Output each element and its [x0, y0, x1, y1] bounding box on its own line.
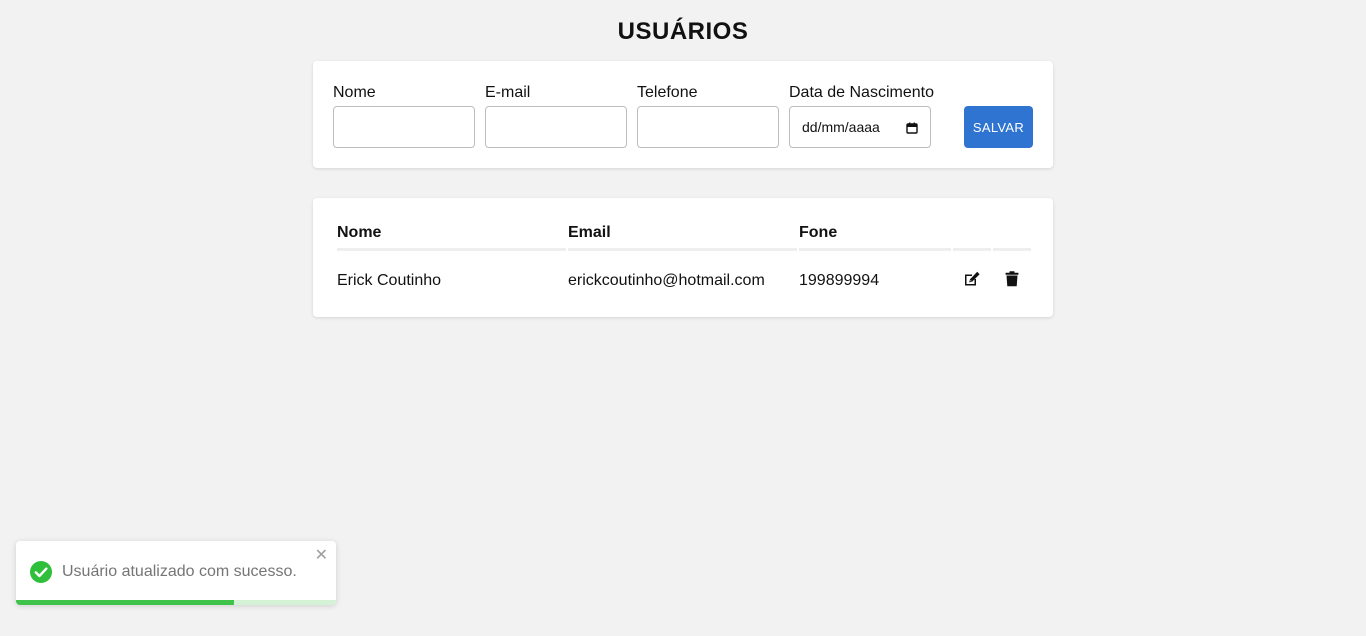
birthdate-label: Data de Nascimento	[789, 84, 934, 101]
page-title: USUÁRIOS	[617, 18, 749, 45]
name-field-group: Nome	[333, 83, 475, 148]
birthdate-field-group: Data de Nascimento dd/mm/aaaa	[789, 83, 934, 148]
users-table: Nome Email Fone Erick Coutinho erickcout…	[335, 218, 1033, 311]
header-email: Email	[568, 218, 797, 251]
trash-icon[interactable]	[1005, 270, 1019, 287]
header-edit	[953, 218, 991, 251]
table-row: Erick Coutinho erickcoutinho@hotmail.com…	[337, 251, 1031, 311]
edit-icon[interactable]	[963, 271, 981, 287]
birthdate-value: dd/mm/aaaa	[802, 119, 880, 135]
success-toast: Usuário atualizado com sucesso. ✕	[16, 541, 336, 605]
close-icon[interactable]: ✕	[315, 545, 328, 565]
check-circle-icon	[30, 561, 52, 583]
toast-progress-track	[16, 600, 336, 605]
email-label: E-mail	[485, 84, 531, 101]
header-fone: Fone	[799, 218, 951, 251]
user-form-card: Nome E-mail Telefone Data de Nascimento …	[313, 61, 1053, 168]
save-button[interactable]: SALVAR	[964, 106, 1033, 148]
cell-delete	[993, 251, 1031, 311]
table-header-row: Nome Email Fone	[337, 218, 1031, 251]
header-nome: Nome	[337, 218, 566, 251]
users-table-card: Nome Email Fone Erick Coutinho erickcout…	[313, 198, 1053, 317]
email-field-group: E-mail	[485, 83, 627, 148]
cell-edit	[953, 251, 991, 311]
calendar-icon[interactable]	[906, 121, 918, 134]
toast-progress-bar	[16, 600, 234, 605]
name-label: Nome	[333, 84, 376, 101]
phone-input[interactable]	[637, 106, 779, 148]
cell-email: erickcoutinho@hotmail.com	[568, 272, 765, 289]
phone-field-group: Telefone	[637, 83, 779, 148]
header-delete	[993, 218, 1031, 251]
toast-message: Usuário atualizado com sucesso.	[62, 563, 297, 580]
birthdate-input[interactable]: dd/mm/aaaa	[789, 106, 931, 148]
phone-label: Telefone	[637, 84, 698, 101]
name-input[interactable]	[333, 106, 475, 148]
cell-fone: 199899994	[799, 272, 880, 289]
email-input[interactable]	[485, 106, 627, 148]
cell-nome: Erick Coutinho	[337, 272, 442, 289]
